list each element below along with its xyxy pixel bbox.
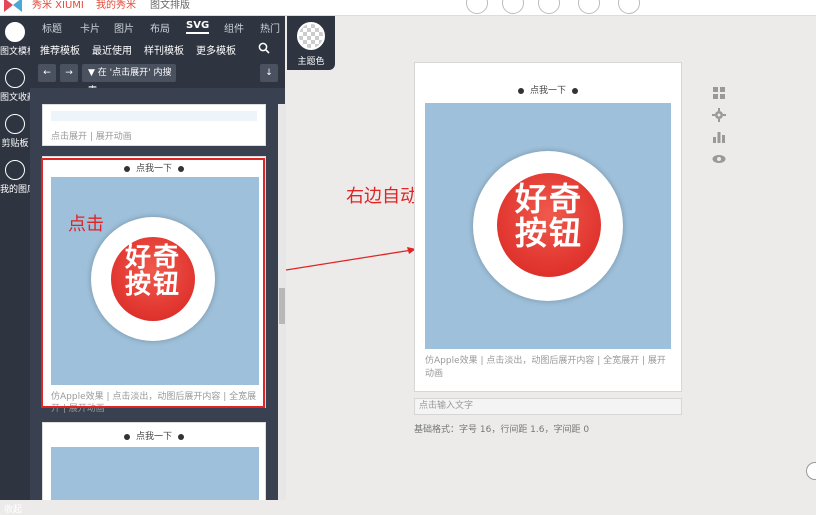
tab-image[interactable]: 图片 — [114, 20, 134, 35]
preview-image: 好奇 按钮 — [425, 103, 671, 349]
template-preview-image — [51, 447, 259, 500]
tab-svg[interactable]: SVG — [186, 20, 210, 34]
subtab-more[interactable]: 更多模板 — [196, 42, 236, 57]
curious-button-text: 好奇 按钮 — [497, 180, 601, 252]
annotation-arrow-icon — [285, 247, 416, 271]
tab-card[interactable]: 卡片 — [80, 20, 100, 35]
top-bar: 秀米 XIUMI 我的秀米 图文排版 — [0, 0, 816, 16]
rail-item-label: 剪贴板 — [1, 139, 29, 149]
settings-gear-icon[interactable] — [712, 108, 726, 122]
theme-color-label: 主题色 — [297, 57, 325, 67]
xiumi-logo-icon — [4, 0, 22, 12]
grid-icon — [5, 22, 25, 42]
copy-icon[interactable] — [538, 0, 560, 14]
back-button[interactable]: ← — [38, 64, 56, 82]
left-rail: 图文模板 图文收藏 剪贴板 我的图库 收起 — [0, 16, 36, 515]
breadcrumb-my-xiumi[interactable]: 我的秀米 — [96, 0, 136, 11]
save-icon[interactable] — [502, 0, 524, 14]
folder-icon — [5, 68, 25, 88]
sub-tabs: 推荐模板 最近使用 样刊模板 更多模板 — [40, 42, 285, 58]
search-icon[interactable] — [258, 42, 270, 54]
tab-component[interactable]: 组件 — [224, 20, 244, 35]
theme-color-panel[interactable]: 主题色 — [287, 16, 335, 70]
new-doc-icon[interactable] — [466, 0, 488, 14]
filter-icon: ▼ — [88, 68, 98, 78]
dot-icon — [178, 433, 184, 440]
press-me-label: 点我一下 — [529, 86, 566, 96]
tab-hot[interactable]: 热门 — [260, 20, 280, 35]
tab-layout[interactable]: 布局 — [150, 20, 170, 35]
preview-caption: 仿Apple效果 | 点击淡出，动图后展开内容 | 全宽展开 | 展开动画 — [425, 356, 666, 379]
selection-highlight — [41, 158, 265, 408]
brand-name[interactable]: 秀米 XIUMI — [32, 0, 84, 11]
dot-icon — [517, 87, 524, 94]
clipboard-icon — [5, 114, 25, 134]
filter-search-button[interactable]: ▼ 在 '点击展开' 内搜索 — [82, 64, 176, 96]
image-icon — [5, 160, 25, 180]
bar-chart-icon[interactable] — [712, 130, 726, 144]
rail-item-clipboard[interactable]: 剪贴板 — [0, 114, 30, 149]
download-icon[interactable] — [618, 0, 640, 14]
breadcrumb-layout: 图文排版 — [150, 0, 190, 11]
tab-title[interactable]: 标题 — [42, 20, 62, 35]
rail-item-favorites[interactable]: 图文收藏 — [0, 68, 36, 103]
check-icon[interactable] — [578, 0, 600, 14]
zoom-button[interactable] — [806, 462, 816, 480]
format-info: 基础格式：字号 16，行间距 1.6，字间距 0 — [414, 425, 590, 435]
subtab-recommended[interactable]: 推荐模板 — [40, 42, 80, 57]
article-preview[interactable]: 点我一下 好奇 按钮 仿Apple效果 | 点击淡出，动图后展开内容 | 全宽展开… — [414, 62, 682, 392]
template-card[interactable]: 点击展开 | 展开动画 — [42, 104, 266, 146]
card-preview-strip — [51, 111, 257, 121]
layout-grid-icon[interactable] — [712, 86, 726, 100]
rail-item-templates[interactable]: 图文模板 — [0, 22, 36, 57]
card-caption: 点击展开 | 展开动画 — [51, 132, 132, 142]
press-me-label: 点我一下 — [135, 432, 172, 442]
annotation-click: 点击 — [68, 214, 104, 235]
press-me-bar: 点我一下 — [43, 429, 265, 442]
preview-eye-icon[interactable] — [712, 152, 726, 166]
category-tabs: 标题 卡片 图片 布局 SVG 组件 热门 — [30, 20, 285, 38]
text-input-field[interactable]: 点击输入文字 — [414, 398, 682, 415]
press-me-bar[interactable]: 点我一下 — [415, 83, 681, 96]
template-toolbar: ← → ▼ 在 '点击展开' 内搜索 ↓ — [30, 60, 285, 96]
collapse-link[interactable]: 收起 — [4, 502, 22, 515]
template-card[interactable]: 点我一下 — [42, 422, 266, 500]
dot-icon — [572, 87, 578, 94]
forward-button[interactable]: → — [60, 64, 78, 82]
rail-item-gallery[interactable]: 我的图库 — [0, 160, 36, 195]
theme-color-swatch[interactable] — [297, 22, 325, 50]
subtab-sample[interactable]: 样刊模板 — [144, 42, 184, 57]
panel-scrollbar[interactable] — [278, 104, 286, 500]
subtab-recent[interactable]: 最近使用 — [92, 42, 132, 57]
scrollbar-thumb[interactable] — [279, 288, 285, 324]
dot-icon — [123, 433, 130, 440]
sort-button[interactable]: ↓ — [260, 64, 278, 82]
curious-button-text-content: 好奇 按钮 — [514, 180, 583, 252]
